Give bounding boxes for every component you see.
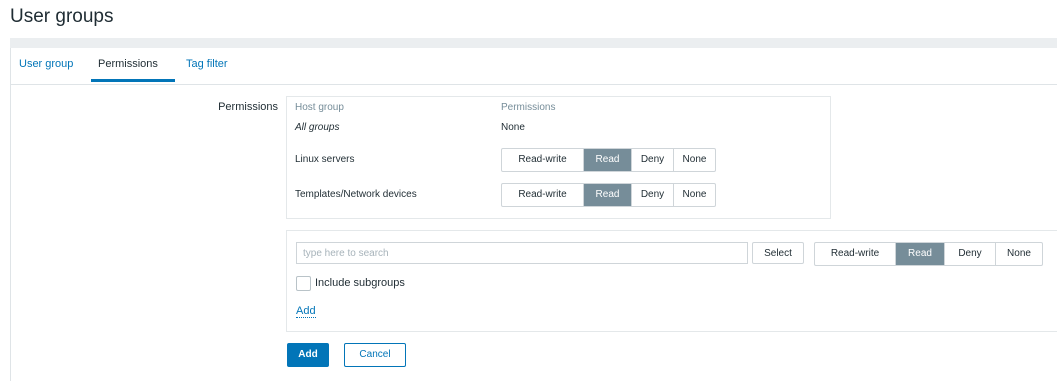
select-button[interactable]: Select (752, 242, 804, 264)
cancel-button[interactable]: Cancel (344, 343, 406, 367)
tab-user-group[interactable]: User group (19, 58, 73, 70)
permission-selector-templates-network-devices: Read-write Read Deny None (501, 183, 716, 207)
option-read-write[interactable]: Read-write (502, 149, 584, 171)
option-read[interactable]: Read (584, 149, 632, 171)
add-button[interactable]: Add (287, 343, 329, 367)
group-name-linux-servers: Linux servers (295, 154, 355, 165)
form-container: User group Permissions Tag filter Permis… (10, 38, 1057, 381)
permissions-header: Permissions (501, 102, 556, 113)
tab-bar: User group Permissions Tag filter (11, 48, 1057, 85)
option-none[interactable]: None (674, 184, 715, 206)
add-permission-link[interactable]: Add (296, 305, 316, 318)
permission-selector-linux-servers: Read-write Read Deny None (501, 148, 716, 172)
tab-permissions[interactable]: Permissions (98, 58, 158, 70)
include-subgroups-label[interactable]: Include subgroups (315, 277, 405, 289)
host-group-search-input[interactable] (296, 242, 748, 264)
permission-value-all-groups: None (501, 122, 525, 133)
group-name-templates-network-devices: Templates/Network devices (295, 189, 417, 200)
include-subgroups-checkbox[interactable] (296, 276, 311, 291)
tab-tag-filter[interactable]: Tag filter (186, 58, 228, 70)
page-title: User groups (10, 6, 114, 27)
new-permission-selector: Read-write Read Deny None (814, 242, 1043, 266)
permissions-label: Permissions (218, 101, 278, 113)
option-read-write[interactable]: Read-write (502, 184, 584, 206)
top-strip (10, 38, 1057, 48)
option-read[interactable]: Read (584, 184, 632, 206)
option-read-write[interactable]: Read-write (815, 243, 896, 265)
option-deny[interactable]: Deny (632, 149, 674, 171)
add-permission-box: Select Read-write Read Deny None Include… (286, 230, 1057, 332)
host-group-header: Host group (295, 102, 344, 113)
option-read[interactable]: Read (896, 243, 945, 265)
form-panel: User group Permissions Tag filter Permis… (10, 48, 1057, 381)
option-deny[interactable]: Deny (945, 243, 996, 265)
active-tab-underline (91, 79, 175, 82)
option-deny[interactable]: Deny (632, 184, 674, 206)
option-none[interactable]: None (996, 243, 1042, 265)
option-none[interactable]: None (674, 149, 715, 171)
group-name-all-groups: All groups (295, 122, 340, 133)
permissions-table: Host group Permissions All groups None L… (286, 96, 831, 219)
